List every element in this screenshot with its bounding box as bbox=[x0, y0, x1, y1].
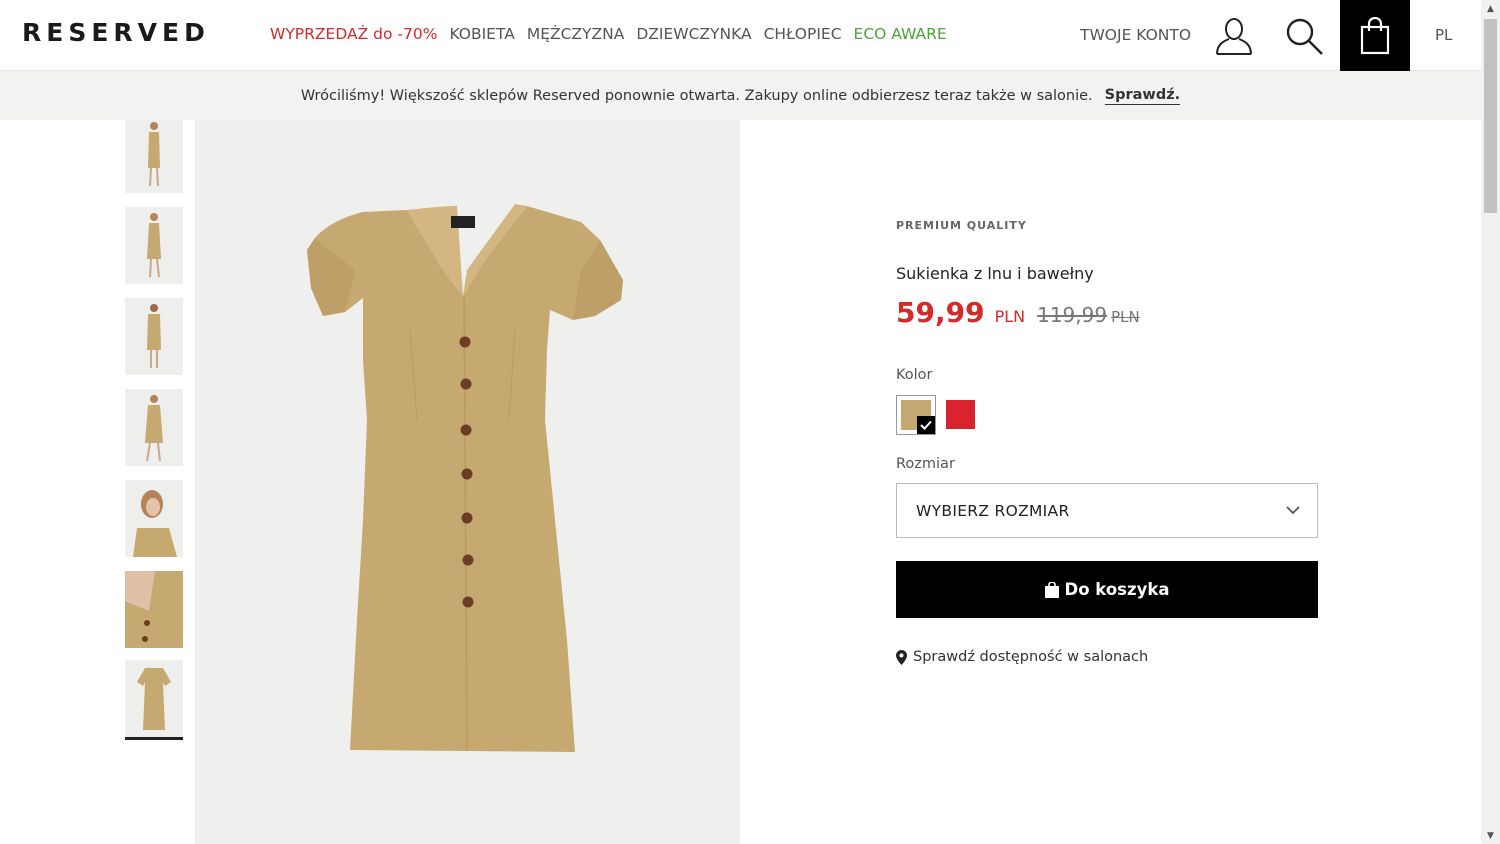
account-link[interactable]: TWOJE KONTO bbox=[1080, 26, 1191, 44]
check-icon bbox=[917, 416, 935, 434]
current-price: 59,99 bbox=[896, 296, 985, 329]
product-tag: PREMIUM QUALITY bbox=[896, 219, 1027, 232]
nav-item-eco-aware[interactable]: ECO AWARE bbox=[854, 25, 947, 43]
nav-item-sale[interactable]: WYPRZEDAŻ do -70% bbox=[270, 25, 437, 43]
old-price-currency: PLN bbox=[1111, 308, 1140, 326]
main-nav: WYPRZEDAŻ do -70% KOBIETA MĘŻCZYZNA DZIE… bbox=[270, 25, 959, 43]
price-row: 59,99 PLN 119,99 PLN bbox=[896, 296, 1140, 329]
page-scrollbar[interactable]: ▲ ▼ bbox=[1481, 0, 1500, 844]
add-to-cart-label: Do koszyka bbox=[1064, 580, 1170, 599]
old-price: 119,99 bbox=[1037, 303, 1108, 327]
user-icon[interactable] bbox=[1212, 14, 1256, 58]
site-header: RESERVED WYPRZEDAŻ do -70% KOBIETA MĘŻCZ… bbox=[0, 0, 1481, 71]
scroll-down-arrow-icon[interactable]: ▼ bbox=[1481, 827, 1500, 844]
scrollbar-thumb[interactable] bbox=[1484, 19, 1497, 213]
nav-item-men[interactable]: MĘŻCZYZNA bbox=[527, 25, 625, 43]
size-select-placeholder: WYBIERZ ROZMIAR bbox=[916, 501, 1070, 520]
thumbnail-5[interactable] bbox=[125, 480, 183, 557]
store-availability-label: Sprawdź dostępność w salonach bbox=[913, 649, 1149, 665]
nav-item-girls[interactable]: DZIEWCZYNKA bbox=[636, 25, 751, 43]
current-price-currency: PLN bbox=[994, 307, 1026, 326]
size-select[interactable]: WYBIERZ ROZMIAR bbox=[896, 483, 1318, 538]
nav-item-boys[interactable]: CHŁOPIEC bbox=[764, 25, 842, 43]
product-name: Sukienka z lnu i bawełny bbox=[896, 264, 1094, 283]
shopping-bag-icon[interactable] bbox=[1340, 0, 1410, 71]
scroll-up-arrow-icon[interactable]: ▲ bbox=[1481, 0, 1500, 17]
color-swatch-beige[interactable] bbox=[896, 395, 936, 435]
info-banner: Wróciliśmy! Większość sklepów Reserved p… bbox=[0, 71, 1481, 120]
shopping-bag-icon bbox=[1044, 581, 1059, 598]
color-swatch-red[interactable] bbox=[946, 400, 975, 429]
nav-item-women[interactable]: KOBIETA bbox=[449, 25, 514, 43]
thumbnail-2[interactable] bbox=[125, 207, 183, 284]
thumbnail-7[interactable] bbox=[125, 660, 183, 740]
thumbnail-1[interactable] bbox=[125, 120, 183, 193]
language-selector[interactable]: PL bbox=[1435, 26, 1452, 44]
thumbnail-4[interactable] bbox=[125, 389, 183, 466]
info-banner-message: Wróciliśmy! Większość sklepów Reserved p… bbox=[300, 87, 1093, 104]
color-label: Kolor bbox=[896, 367, 933, 383]
store-availability-link[interactable]: Sprawdź dostępność w salonach bbox=[896, 649, 1148, 665]
search-icon[interactable] bbox=[1282, 14, 1326, 58]
product-main-image[interactable] bbox=[195, 120, 740, 844]
chevron-down-icon bbox=[1285, 502, 1301, 522]
thumbnail-3[interactable] bbox=[125, 298, 183, 375]
site-logo[interactable]: RESERVED bbox=[22, 18, 210, 47]
size-label: Rozmiar bbox=[896, 456, 955, 472]
add-to-cart-button[interactable]: Do koszyka bbox=[896, 561, 1318, 618]
thumbnail-6[interactable] bbox=[125, 571, 183, 648]
location-pin-icon bbox=[896, 649, 907, 665]
info-banner-link[interactable]: Sprawdź. bbox=[1104, 87, 1181, 105]
